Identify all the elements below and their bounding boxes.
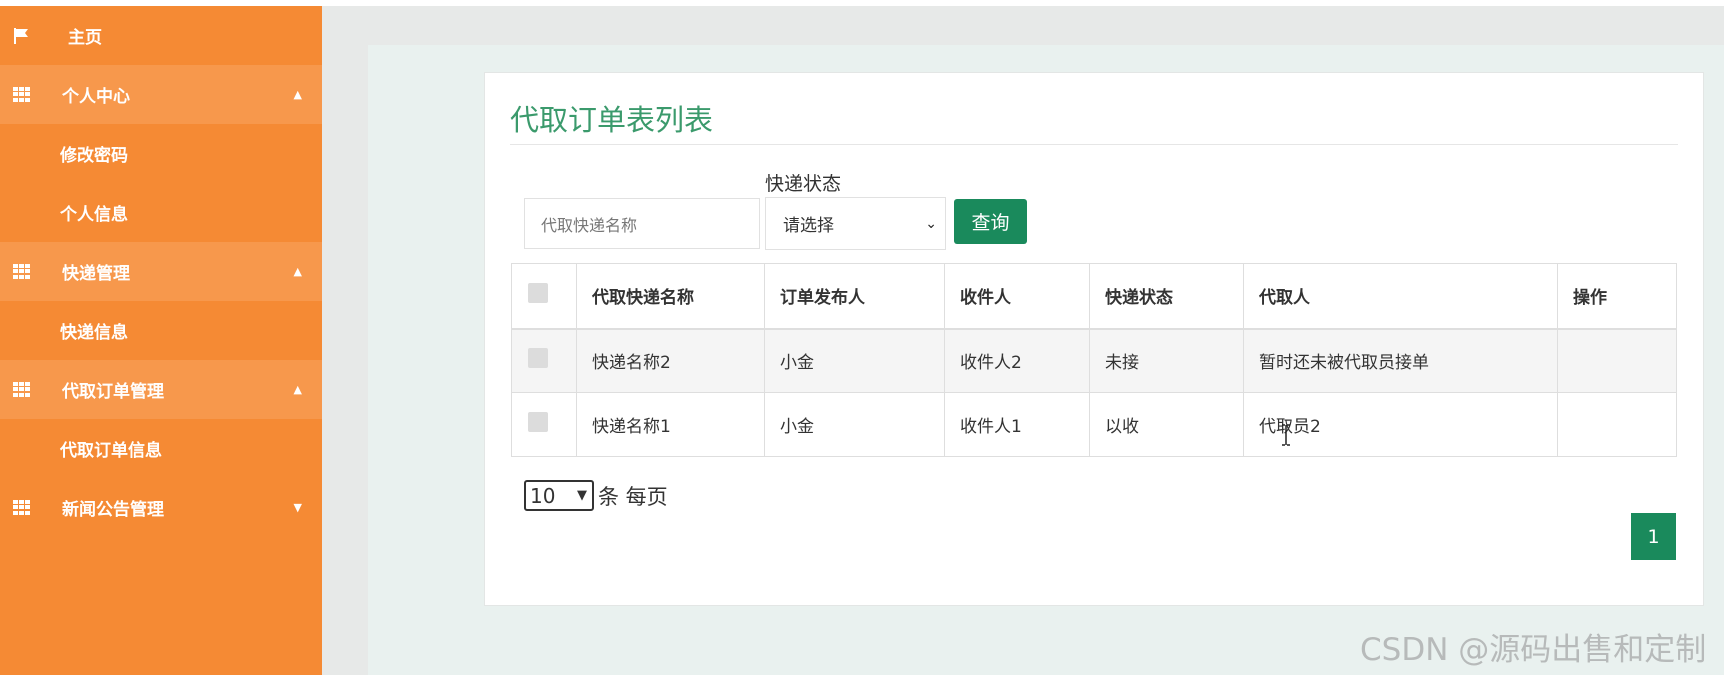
page-button-current[interactable]: 1 [1631, 513, 1676, 560]
sidebar-item-order-info[interactable]: 代取订单信息 [0, 419, 322, 478]
sidebar-group-news[interactable]: 新闻公告管理 ▼ [0, 478, 322, 537]
sidebar-group-personal[interactable]: 个人中心 ▲ [0, 65, 322, 124]
cell-recipient: 收件人2 [944, 328, 1090, 393]
sidebar-item-home[interactable]: 主页 [0, 6, 322, 65]
row-checkbox[interactable] [528, 412, 548, 432]
chevron-down-icon: ▼ [577, 488, 587, 503]
row-checkbox[interactable] [528, 348, 548, 369]
column-header[interactable]: 代取快递名称 [576, 263, 765, 330]
page-title: 代取订单表列表 [510, 103, 714, 137]
status-filter-value: 请选择 [783, 216, 834, 236]
cell-actions [1557, 392, 1677, 457]
cell-express-name: 快递名称1 [576, 392, 765, 457]
sidebar-item-change-password[interactable]: 修改密码 [0, 124, 322, 183]
page-size-suffix: 条 每页 [598, 484, 668, 509]
page-size-select[interactable]: 10 ▼ [524, 480, 594, 511]
select-all-checkbox[interactable] [528, 283, 548, 304]
table-row[interactable]: 快递名称2 小金 收件人2 未接 暂时还未被代取员接单 [511, 328, 1677, 393]
sidebar-group-label: 新闻公告管理 [62, 500, 164, 520]
cell-publisher: 小金 [764, 392, 945, 457]
chevron-down-icon: ▼ [293, 501, 302, 514]
grid-icon [13, 499, 31, 516]
sidebar-group-express[interactable]: 快递管理 ▲ [0, 242, 322, 301]
cell-status: 以收 [1089, 392, 1244, 457]
chevron-up-icon: ▲ [293, 88, 302, 101]
divider [510, 144, 1678, 145]
sidebar-item-label: 主页 [68, 28, 102, 48]
cell-status: 未接 [1089, 328, 1244, 393]
cell-recipient: 收件人1 [944, 392, 1090, 457]
table-row[interactable]: 快递名称1 小金 收件人1 以收 代取员2 [511, 392, 1677, 457]
sidebar-group-orders[interactable]: 代取订单管理 ▲ [0, 360, 322, 419]
select-all-cell [511, 263, 577, 330]
sidebar: 主页 个人中心 ▲ 修改密码 个人信息 快递管理 ▲ 快递信息 代取订单管理 ▲… [0, 6, 322, 675]
cell-express-name: 快递名称2 [576, 328, 765, 393]
column-header: 操作 [1557, 263, 1677, 330]
column-header[interactable]: 订单发布人 [764, 263, 945, 330]
grid-icon [13, 381, 31, 398]
orders-table: 代取快递名称 订单发布人 收件人 快递状态 代取人 操作 快递名称2 小金 收件… [511, 263, 1677, 457]
page-size-control: 10 ▼ 条 每页 [524, 480, 668, 511]
status-filter-label: 快递状态 [765, 173, 842, 195]
row-select-cell [511, 392, 577, 457]
sidebar-item-express-info[interactable]: 快递信息 [0, 301, 322, 360]
cell-picker: 暂时还未被代取员接单 [1243, 328, 1558, 393]
cell-publisher: 小金 [764, 328, 945, 393]
row-select-cell [511, 328, 577, 393]
query-button[interactable]: 查询 [954, 199, 1027, 244]
watermark: CSDN @源码出售和定制 [1360, 632, 1707, 668]
column-header[interactable]: 收件人 [944, 263, 1090, 330]
column-header[interactable]: 快递状态 [1089, 263, 1244, 330]
grid-icon [13, 263, 31, 280]
chevron-up-icon: ▲ [293, 265, 302, 278]
search-input[interactable]: 代取快递名称 [524, 198, 760, 249]
flag-icon [14, 27, 28, 44]
sidebar-group-label: 个人中心 [62, 87, 130, 107]
status-filter-select[interactable]: 请选择 ⌄ [765, 197, 946, 250]
page-size-value: 10 [530, 483, 556, 508]
sidebar-group-label: 快递管理 [62, 264, 130, 284]
text-cursor-icon [1282, 424, 1290, 446]
sidebar-item-personal-info[interactable]: 个人信息 [0, 183, 322, 242]
column-header[interactable]: 代取人 [1243, 263, 1558, 330]
chevron-down-icon: ⌄ [925, 215, 937, 232]
cell-actions [1557, 328, 1677, 393]
grid-icon [13, 86, 31, 103]
order-list-card: 代取订单表列表 代取快递名称 快递状态 请选择 ⌄ 查询 代取快递名称 订单发布… [484, 72, 1704, 606]
chevron-up-icon: ▲ [293, 383, 302, 396]
sidebar-group-label: 代取订单管理 [62, 382, 164, 402]
table-header-row: 代取快递名称 订单发布人 收件人 快递状态 代取人 操作 [511, 263, 1677, 330]
